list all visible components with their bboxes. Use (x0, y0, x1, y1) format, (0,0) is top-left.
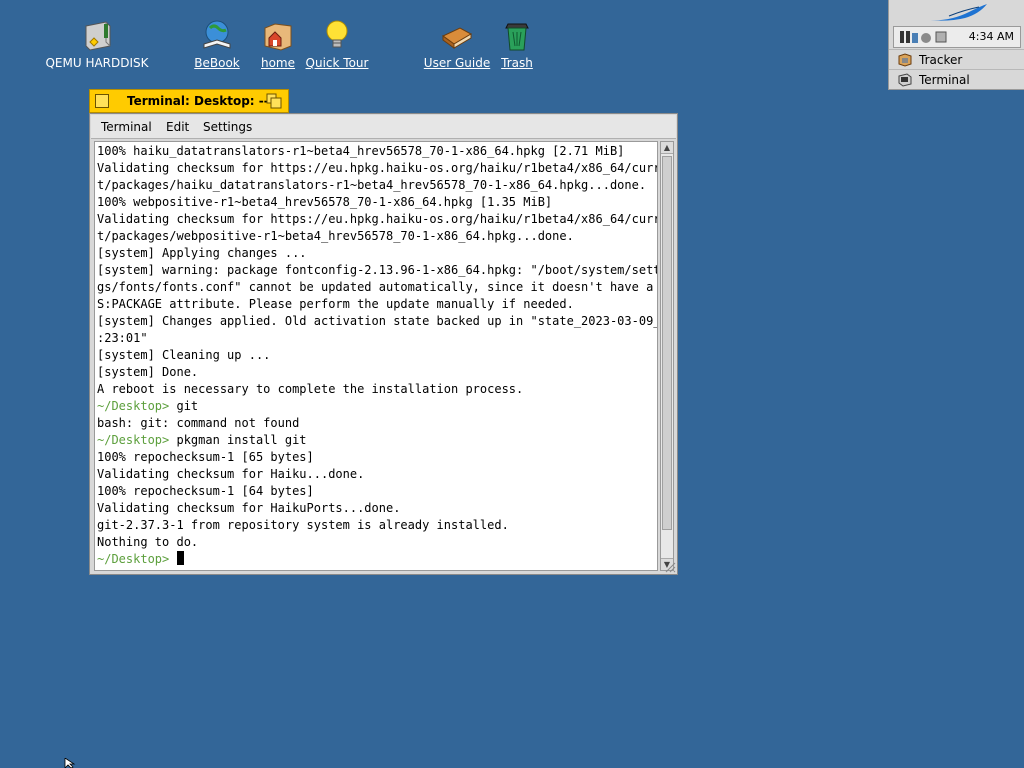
shell-prompt: ~/Desktop> (97, 399, 170, 413)
terminal-line-text: pkgman install git (169, 433, 307, 447)
terminal-line-text: Nothing to do. (97, 535, 199, 549)
terminal-line-text: git-2.37.3-1 from repository system is a… (97, 518, 509, 532)
window-title: Terminal: Desktop: -- (127, 94, 269, 108)
menu-terminal[interactable]: Terminal (101, 120, 152, 134)
terminal-line: A reboot is necessary to complete the in… (97, 381, 655, 398)
terminal-line: ~/Desktop> (97, 551, 655, 568)
terminal-line-text (169, 552, 176, 566)
terminal-line-text: [system] Done. (97, 365, 199, 379)
terminal-line-text: [system] warning: package fontconfig-2.1… (97, 263, 658, 277)
terminal-line-text: Validating checksum for Haiku...done. (97, 467, 365, 481)
deskbar-item-label: Terminal (919, 73, 970, 87)
terminal-line-text: A reboot is necessary to complete the in… (97, 382, 524, 396)
terminal-scrollbar[interactable]: ▲ ▼ (660, 141, 674, 571)
terminal-line-text: Validating checksum for HaikuPorts...don… (97, 501, 401, 515)
terminal-line: [system] Cleaning up ... (97, 347, 655, 364)
terminal-line: gs/fonts/fonts.conf" cannot be updated a… (97, 279, 655, 296)
terminal-line-text: 100% repochecksum-1 [64 bytes] (97, 484, 314, 498)
window-zoom-button[interactable] (266, 93, 282, 109)
terminal-line: Nothing to do. (97, 534, 655, 551)
terminal-line: ~/Desktop> git (97, 398, 655, 415)
scrollbar-thumb[interactable] (662, 156, 672, 530)
terminal-menubar: Terminal Edit Settings (91, 115, 676, 139)
terminal-line: 100% webpositive-r1~beta4_hrev56578_70-1… (97, 194, 655, 211)
terminal-line: ~/Desktop> pkgman install git (97, 432, 655, 449)
terminal-line-text: git (169, 399, 199, 413)
terminal-line-text: 100% webpositive-r1~beta4_hrev56578_70-1… (97, 195, 553, 209)
deskbar-clock[interactable]: 4:34 AM (969, 30, 1014, 43)
deskbar-item-label: Tracker (919, 53, 963, 67)
terminal-output[interactable]: 100% haiku_datatranslators-r1~beta4_hrev… (94, 141, 658, 571)
tray-status-icons (900, 31, 947, 43)
shell-prompt: ~/Desktop> (97, 433, 170, 447)
desktop-icon-quick-tour[interactable]: Quick Tour (277, 18, 397, 70)
terminal-line-text: Validating checksum for https://eu.hpkg.… (97, 212, 658, 226)
terminal-line: t/packages/haiku_datatranslators-r1~beta… (97, 177, 655, 194)
deskbar-item-tracker[interactable]: Tracker (889, 49, 1024, 69)
terminal-line: [system] Changes applied. Old activation… (97, 313, 658, 330)
terminal-line-text: t/packages/webpositive-r1~beta4_hrev5657… (97, 229, 574, 243)
deskbar: 4:34 AM Tracker Terminal (888, 0, 1024, 90)
window-close-button[interactable] (95, 94, 109, 108)
terminal-line-text: [system] Changes applied. Old activation… (97, 314, 658, 328)
terminal-window-tab[interactable]: Terminal: Desktop: -- (89, 89, 289, 113)
terminal-line-text: 100% repochecksum-1 [65 bytes] (97, 450, 314, 464)
terminal-line: Validating checksum for Haiku...done. (97, 466, 655, 483)
terminal-line: [system] warning: package fontconfig-2.1… (97, 262, 658, 279)
haiku-leaf-logo-icon[interactable] (919, 2, 989, 24)
terminal-line: 100% repochecksum-1 [65 bytes] (97, 449, 655, 466)
trash-icon (505, 23, 529, 51)
terminal-icon (898, 73, 912, 87)
desktop-icon-qemu-harddisk[interactable]: QEMU HARDDISK (37, 18, 157, 70)
terminal-line-text: :23:01" (97, 331, 148, 345)
terminal-line: [system] Applying changes ... (97, 245, 655, 262)
terminal-line: Validating checksum for https://eu.hpkg.… (97, 160, 658, 177)
deskbar-item-terminal[interactable]: Terminal (889, 69, 1024, 89)
window-resize-grip-icon[interactable] (664, 561, 676, 573)
tracker-icon (898, 53, 912, 67)
terminal-line: 100% haiku_datatranslators-r1~beta4_hrev… (97, 143, 655, 160)
desktop-icon-label: Trash (501, 56, 533, 70)
terminal-window: Terminal Edit Settings 100% haiku_datatr… (89, 113, 678, 575)
terminal-line-text: t/packages/haiku_datatranslators-r1~beta… (97, 178, 647, 192)
terminal-line: 100% repochecksum-1 [64 bytes] (97, 483, 655, 500)
terminal-line-text: Validating checksum for https://eu.hpkg.… (97, 161, 658, 175)
shell-prompt: ~/Desktop> (97, 552, 170, 566)
deskbar-tray: 4:34 AM (893, 26, 1021, 48)
lightbulb-icon (326, 20, 348, 48)
terminal-line: Validating checksum for https://eu.hpkg.… (97, 211, 658, 228)
terminal-text: 100% haiku_datatranslators-r1~beta4_hrev… (97, 143, 658, 568)
menu-settings[interactable]: Settings (203, 120, 252, 134)
terminal-line-text: gs/fonts/fonts.conf" cannot be updated a… (97, 280, 658, 294)
mouse-pointer-icon (64, 758, 76, 768)
terminal-line-text: [system] Applying changes ... (97, 246, 307, 260)
harddisk-icon (85, 21, 111, 51)
terminal-line-text: bash: git: command not found (97, 416, 300, 430)
terminal-line-text: [system] Cleaning up ... (97, 348, 271, 362)
desktop-icon-label: QEMU HARDDISK (45, 56, 149, 70)
terminal-line-text: S:PACKAGE attribute. Please perform the … (97, 297, 574, 311)
terminal-line: S:PACKAGE attribute. Please perform the … (97, 296, 655, 313)
terminal-line: git-2.37.3-1 from repository system is a… (97, 517, 655, 534)
terminal-line: :23:01" (97, 330, 655, 347)
scroll-up-arrow-icon[interactable]: ▲ (661, 142, 673, 154)
menu-edit[interactable]: Edit (166, 120, 189, 134)
desktop-icon-trash[interactable]: Trash (457, 18, 577, 70)
terminal-line: bash: git: command not found (97, 415, 655, 432)
terminal-line: t/packages/webpositive-r1~beta4_hrev5657… (97, 228, 655, 245)
desktop-icon-label: Quick Tour (305, 56, 369, 70)
terminal-line-text: 100% haiku_datatranslators-r1~beta4_hrev… (97, 144, 625, 158)
terminal-line: [system] Done. (97, 364, 655, 381)
text-cursor (177, 551, 185, 565)
terminal-line: Validating checksum for HaikuPorts...don… (97, 500, 655, 517)
